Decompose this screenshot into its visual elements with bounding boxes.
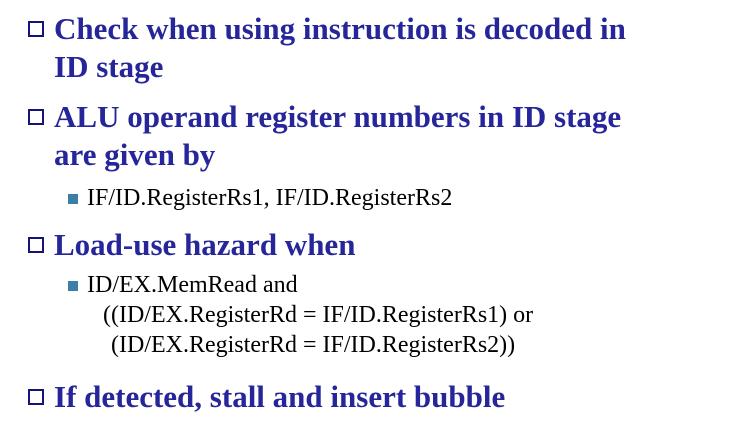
bullet-line: Check when using instruction is decoded … (54, 11, 626, 46)
filled-square-bullet-icon (68, 194, 78, 204)
bullet-line: ID stage (54, 49, 164, 84)
bullet-text-stall-bubble: If detected, stall and insert bubble (54, 378, 505, 416)
bullet-text-alu-operands: ALU operand register numbers in ID stage… (54, 98, 621, 174)
hollow-square-bullet-icon (28, 109, 44, 125)
filled-square-bullet-icon (68, 281, 78, 291)
subbullet-line: IF/ID.RegisterRs1, IF/ID.RegisterRs2 (87, 185, 453, 211)
subbullet-line: ID/EX.MemRead and (87, 272, 298, 298)
bullet-line: ALU operand register numbers in ID stage (54, 99, 622, 134)
subbullet-text-register-numbers: IF/ID.RegisterRs1, IF/ID.RegisterRs2 (87, 183, 452, 213)
hollow-square-bullet-icon (28, 389, 44, 405)
bullet-line: If detected, stall and insert bubble (54, 379, 506, 414)
hollow-square-bullet-icon (28, 21, 44, 37)
subbullet-line: ((ID/EX.RegisterRd = IF/ID.RegisterRs1) … (103, 302, 534, 328)
bullet-line: Load-use hazard when (54, 227, 356, 262)
bullet-text-load-use-hazard: Load-use hazard when (54, 226, 355, 264)
subbullet-line: (ID/EX.RegisterRd = IF/ID.RegisterRs2)) (111, 332, 516, 358)
hollow-square-bullet-icon (28, 237, 44, 253)
bullet-line: are given by (54, 137, 216, 172)
slide: Check when using instruction is decoded … (0, 0, 736, 423)
subbullet-text-hazard-condition: ID/EX.MemRead and ((ID/EX.RegisterRd = I… (87, 270, 533, 360)
bullet-text-check-decode: Check when using instruction is decoded … (54, 10, 626, 86)
